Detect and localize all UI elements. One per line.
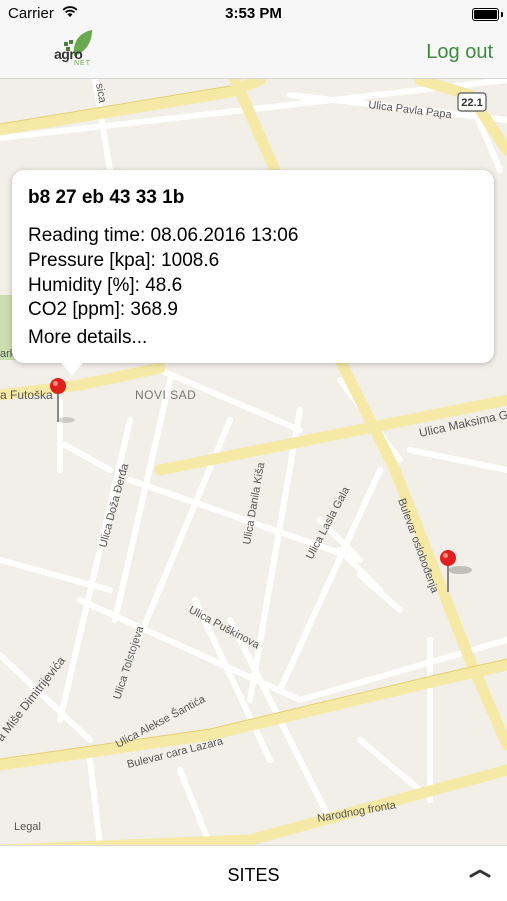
status-bar: Carrier 3:53 PM: [0, 0, 507, 28]
label-sica: sica: [93, 82, 108, 104]
label-narodnog-fronta: Narodnog fronta: [316, 799, 397, 825]
humidity-value: Humidity [%]: 48.6: [28, 275, 183, 296]
label-oslobodjenja: Bulevar oslobođenja: [395, 497, 441, 596]
chevron-up-icon[interactable]: [469, 868, 491, 878]
logo-subtext: NET: [74, 60, 91, 67]
popup-title: b8 27 eb 43 33 1b: [28, 187, 185, 208]
map-legal-link[interactable]: Legal: [14, 821, 41, 833]
popup-arrow: [60, 362, 84, 376]
clock: 3:53 PM: [225, 5, 282, 22]
label-puskinova: Ulica Puškinova: [187, 604, 263, 652]
label-tolstojeva: Ulica Tolstojeva: [111, 624, 146, 701]
route-shield: 22.1: [457, 92, 487, 112]
pressure-value: Pressure [kpa]: 1008.6: [28, 250, 220, 271]
sites-label: SITES: [227, 865, 280, 885]
agronet-logo: agro NET: [52, 28, 96, 74]
bottom-bar[interactable]: SITES: [0, 845, 507, 901]
battery-icon: [472, 8, 499, 21]
reading-time: Reading time: 08.06.2016 13:06: [28, 225, 299, 246]
label-futoska: a Futoška: [0, 388, 53, 402]
battery-nub: [501, 12, 503, 17]
label-novi-sad: NOVI SAD: [135, 388, 196, 402]
nav-bar: agro NET Log out: [0, 28, 507, 79]
label-pavla-papa: Ulica Pavla Papa: [368, 99, 453, 121]
logout-button[interactable]: Log out: [426, 41, 493, 64]
more-details-link[interactable]: More details...: [28, 327, 147, 349]
label-danila-kisa: Ulica Danila Kiša: [241, 461, 267, 546]
co2-value: CO2 [ppm]: 368.9: [28, 299, 178, 320]
route-number: 22.1: [461, 97, 482, 109]
sensor-popup: b8 27 eb 43 33 1b Reading time: 08.06.20…: [12, 170, 494, 376]
